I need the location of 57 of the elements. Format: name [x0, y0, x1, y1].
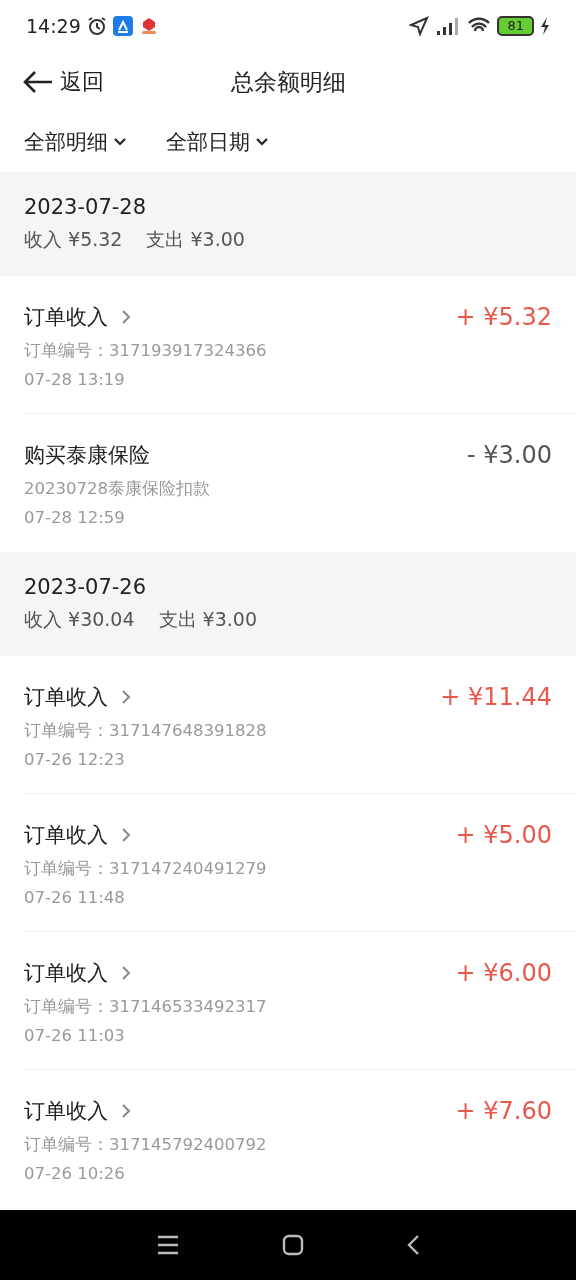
square-icon: [282, 1234, 304, 1256]
back-icon: [406, 1234, 420, 1256]
income-total: 收入 ¥30.04: [24, 607, 135, 632]
transaction-time: 07-28 13:19: [24, 370, 126, 389]
transaction-detail: 订单编号：317147240491279: [24, 858, 267, 880]
chevron-icon: [120, 310, 132, 324]
transaction-time: 07-26 12:23: [24, 750, 126, 769]
transaction-row[interactable]: 订单收入 订单编号：317147240491279 07-26 11:48 + ¥5.00: [24, 794, 576, 932]
transaction-amount: + ¥5.32: [455, 302, 552, 332]
back-arrow-icon: [22, 70, 54, 94]
caret-icon: [114, 138, 126, 146]
charging-bolt-icon: [540, 17, 550, 35]
chevron-icon: [120, 828, 132, 842]
filter-dropdown[interactable]: 全部日期: [166, 128, 268, 156]
transaction-title: 购买泰康保险: [24, 442, 150, 469]
transaction-amount: + ¥6.00: [455, 958, 552, 988]
group-date: 2023-07-26: [24, 575, 148, 599]
transaction-row[interactable]: 订单收入 订单编号：317145792400792 07-26 10:26 + ¥7.60: [24, 1070, 576, 1208]
chevron-icon: [120, 1104, 132, 1118]
transaction-title: 订单收入: [24, 1098, 108, 1125]
caret-icon: [256, 138, 268, 146]
transaction-row[interactable]: 订单收入 订单编号：317146533492317 07-26 11:03 + ¥6.00: [24, 932, 576, 1070]
transaction-detail: 订单编号：317145792400792: [24, 1134, 267, 1156]
battery-indicator: 81: [497, 16, 534, 36]
group-date: 2023-07-28: [24, 195, 148, 219]
transaction-amount: + ¥11.44: [440, 682, 552, 712]
transaction-row[interactable]: 购买泰康保险 20230728泰康保险扣款 07-28 12:59 - ¥3.00: [24, 414, 576, 552]
expense-total: 支出 ¥3.00: [146, 227, 245, 252]
expense-total: 支出 ¥3.00: [158, 607, 257, 632]
transaction-detail: 订单编号：317146533492317: [24, 996, 267, 1018]
income-total: 收入 ¥5.32: [24, 227, 123, 252]
transaction-amount: - ¥3.00: [467, 440, 552, 470]
transaction-title: 订单收入: [24, 304, 108, 331]
transaction-row[interactable]: 订单收入 订单编号：317193917324366 07-28 13:19 + ¥5.32: [24, 276, 576, 414]
transaction-row[interactable]: 订单收入 订单编号：317147648391828 07-26 12:23 + ¥11.44: [24, 656, 576, 794]
app-icon: [112, 16, 133, 36]
transaction-amount: + ¥7.60: [455, 1096, 552, 1126]
transaction-amount: + ¥5.00: [455, 820, 552, 850]
status-time: 14:29: [26, 15, 81, 37]
transaction-title: 订单收入: [24, 684, 108, 711]
transaction-detail: 订单编号：317147648391828: [24, 720, 267, 742]
transaction-detail: 订单编号：317193917324366: [24, 340, 267, 362]
transaction-time: 07-28 12:59: [24, 508, 126, 527]
chevron-icon: [120, 690, 132, 704]
transaction-title: 订单收入: [24, 960, 108, 987]
location-arrow-icon: [409, 16, 430, 36]
transaction-time: 07-26 11:48: [24, 888, 126, 907]
transaction-title: 订单收入: [24, 822, 108, 849]
back-button[interactable]: 返回: [18, 63, 108, 101]
transaction-detail: 20230728泰康保险扣款: [24, 478, 210, 500]
chevron-icon: [120, 966, 132, 980]
filter-dropdown[interactable]: 全部明细: [24, 128, 126, 156]
transaction-time: 07-26 10:26: [24, 1164, 126, 1183]
page-title: 总余额明细: [230, 67, 346, 97]
menu-icon: [156, 1234, 180, 1256]
alarm-clock-icon: [86, 16, 107, 36]
transaction-time: 07-26 11:03: [24, 1026, 126, 1045]
